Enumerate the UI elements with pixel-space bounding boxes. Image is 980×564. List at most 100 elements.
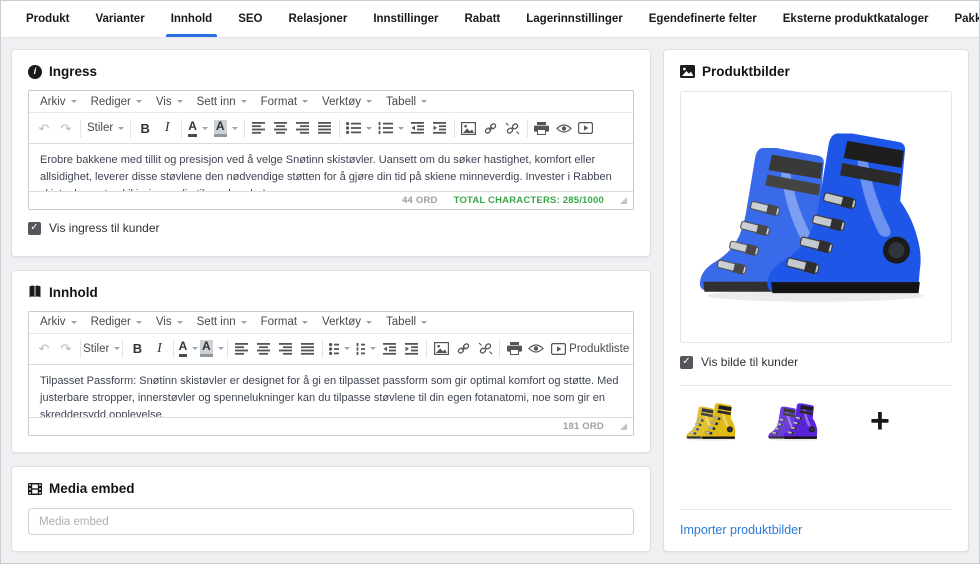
thumbnail-yellow-ski-boots[interactable] [684, 402, 740, 442]
tab-eksterne-produktkataloger[interactable]: Eksterne produktkataloger [772, 1, 940, 37]
italic-button[interactable]: I [156, 116, 178, 140]
checkbox-checked-icon[interactable]: ✓ [28, 221, 41, 235]
menu-format[interactable]: Format [254, 96, 315, 108]
produktliste-button[interactable]: Produktliste [569, 337, 629, 361]
undo-icon[interactable]: ↶ [33, 337, 55, 361]
chevron-down-icon [231, 126, 238, 130]
align-center-icon[interactable] [270, 116, 292, 140]
insert-image-icon[interactable] [458, 116, 480, 140]
menu-sett-inn[interactable]: Sett inn [190, 316, 254, 328]
tab-lagerinnstillinger[interactable]: Lagerinnstillinger [515, 1, 634, 37]
menu-arkiv[interactable]: Arkiv [33, 316, 84, 328]
bullet-list-icon[interactable] [343, 116, 375, 140]
undo-icon[interactable]: ↶ [33, 116, 55, 140]
chevron-down-icon [217, 347, 224, 351]
align-right-icon[interactable] [275, 337, 297, 361]
print-icon[interactable] [503, 337, 525, 361]
vis-bilde-checkbox-row[interactable]: ✓ Vis bilde til kunder [680, 355, 952, 369]
insert-link-icon[interactable] [480, 116, 502, 140]
numbered-list-icon[interactable] [375, 116, 407, 140]
add-image-button[interactable]: + [870, 404, 890, 438]
align-left-icon[interactable] [248, 116, 270, 140]
preview-icon[interactable] [525, 337, 547, 361]
ingress-editor: Arkiv Rediger Vis Sett inn Format Verktø… [28, 90, 634, 210]
innhold-editor-toolbar: ↶ ↷ Stiler B I A A Produktliste [29, 334, 633, 365]
ingress-title: Ingress [49, 64, 98, 79]
chevron-down-icon [343, 347, 350, 351]
background-color-button[interactable]: A [211, 116, 241, 140]
media-embed-input[interactable] [28, 508, 634, 536]
menu-tabell[interactable]: Tabell [379, 96, 434, 108]
text-color-button[interactable]: A [185, 116, 211, 140]
ingress-editor-statusbar: 44 ORD TOTAL CHARACTERS: 285/1000 [29, 191, 633, 209]
remove-link-icon[interactable] [474, 337, 496, 361]
menu-tabell[interactable]: Tabell [379, 316, 434, 328]
menu-verktoy[interactable]: Verktøy [315, 96, 379, 108]
align-right-icon[interactable] [292, 116, 314, 140]
preview-icon[interactable] [553, 116, 575, 140]
film-icon [28, 482, 42, 495]
ingress-text-area[interactable]: Erobre bakkene med tillit og presisjon v… [29, 144, 633, 191]
align-justify-icon[interactable] [314, 116, 336, 140]
tab-innhold[interactable]: Innhold [160, 1, 224, 37]
tab-innstillinger[interactable]: Innstillinger [362, 1, 449, 37]
menu-rediger[interactable]: Rediger [84, 316, 149, 328]
text-color-button[interactable]: A [177, 337, 199, 361]
align-center-icon[interactable] [253, 337, 275, 361]
remove-link-icon[interactable] [502, 116, 524, 140]
thumbnail-purple-ski-boots[interactable] [766, 402, 822, 442]
menu-verktoy[interactable]: Verktøy [315, 316, 379, 328]
checkbox-checked-icon[interactable]: ✓ [680, 355, 693, 369]
outdent-icon[interactable] [379, 337, 401, 361]
menu-vis[interactable]: Vis [149, 316, 190, 328]
tab-pakkeprodukt[interactable]: Pakkeprodukt [943, 1, 979, 37]
indent-icon[interactable] [429, 116, 451, 140]
redo-icon[interactable]: ↷ [55, 116, 77, 140]
import-product-images-link[interactable]: Importer produktbilder [680, 523, 952, 537]
menu-arkiv[interactable]: Arkiv [33, 96, 84, 108]
styles-dropdown[interactable]: Stiler [84, 116, 127, 140]
align-justify-icon[interactable] [297, 337, 319, 361]
print-icon[interactable] [531, 116, 553, 140]
tab-produkt[interactable]: Produkt [15, 1, 80, 37]
menu-vis[interactable]: Vis [149, 96, 190, 108]
media-embed-card: Media embed [11, 466, 651, 553]
resize-handle-icon[interactable] [620, 422, 627, 430]
background-color-button[interactable]: A [199, 337, 224, 361]
tab-seo[interactable]: SEO [227, 1, 273, 37]
italic-button[interactable]: I [148, 337, 170, 361]
innhold-text-area[interactable]: Tilpasset Passform: Snøtinn skistøvler e… [29, 365, 633, 417]
numbered-list-icon[interactable] [353, 337, 380, 361]
styles-dropdown[interactable]: Stiler [83, 337, 121, 361]
menu-sett-inn[interactable]: Sett inn [190, 96, 254, 108]
indent-icon[interactable] [401, 337, 423, 361]
bold-button[interactable]: B [126, 337, 148, 361]
produktbilder-title: Produktbilder [702, 64, 790, 79]
chevron-down-icon [366, 100, 373, 103]
insert-link-icon[interactable] [452, 337, 474, 361]
media-embed-icon[interactable] [547, 337, 569, 361]
menu-format[interactable]: Format [254, 316, 315, 328]
outdent-icon[interactable] [407, 116, 429, 140]
chevron-down-icon [240, 100, 247, 103]
tab-rabatt[interactable]: Rabatt [453, 1, 511, 37]
ingress-text: Erobre bakkene med tillit og presisjon v… [40, 154, 612, 191]
tab-egendefinerte-felter[interactable]: Egendefinerte felter [638, 1, 768, 37]
innhold-title: Innhold [49, 284, 98, 300]
align-left-icon[interactable] [231, 337, 253, 361]
main-product-image[interactable] [680, 91, 952, 343]
ingress-editor-toolbar: ↶ ↷ Stiler B I A A [29, 113, 633, 144]
redo-icon[interactable]: ↷ [55, 337, 77, 361]
innhold-card: Innhold Arkiv Rediger Vis Sett inn Forma… [11, 269, 651, 454]
vis-ingress-checkbox-row[interactable]: ✓ Vis ingress til kunder [28, 221, 634, 235]
insert-image-icon[interactable] [430, 337, 452, 361]
tab-relasjoner[interactable]: Relasjoner [278, 1, 359, 37]
chevron-down-icon [397, 126, 404, 130]
tab-varianter[interactable]: Varianter [84, 1, 155, 37]
resize-handle-icon[interactable] [620, 197, 627, 204]
menu-rediger[interactable]: Rediger [84, 96, 149, 108]
media-embed-icon[interactable] [575, 116, 597, 140]
bullet-list-icon[interactable] [326, 337, 353, 361]
bold-button[interactable]: B [134, 116, 156, 140]
chevron-down-icon [70, 320, 77, 324]
